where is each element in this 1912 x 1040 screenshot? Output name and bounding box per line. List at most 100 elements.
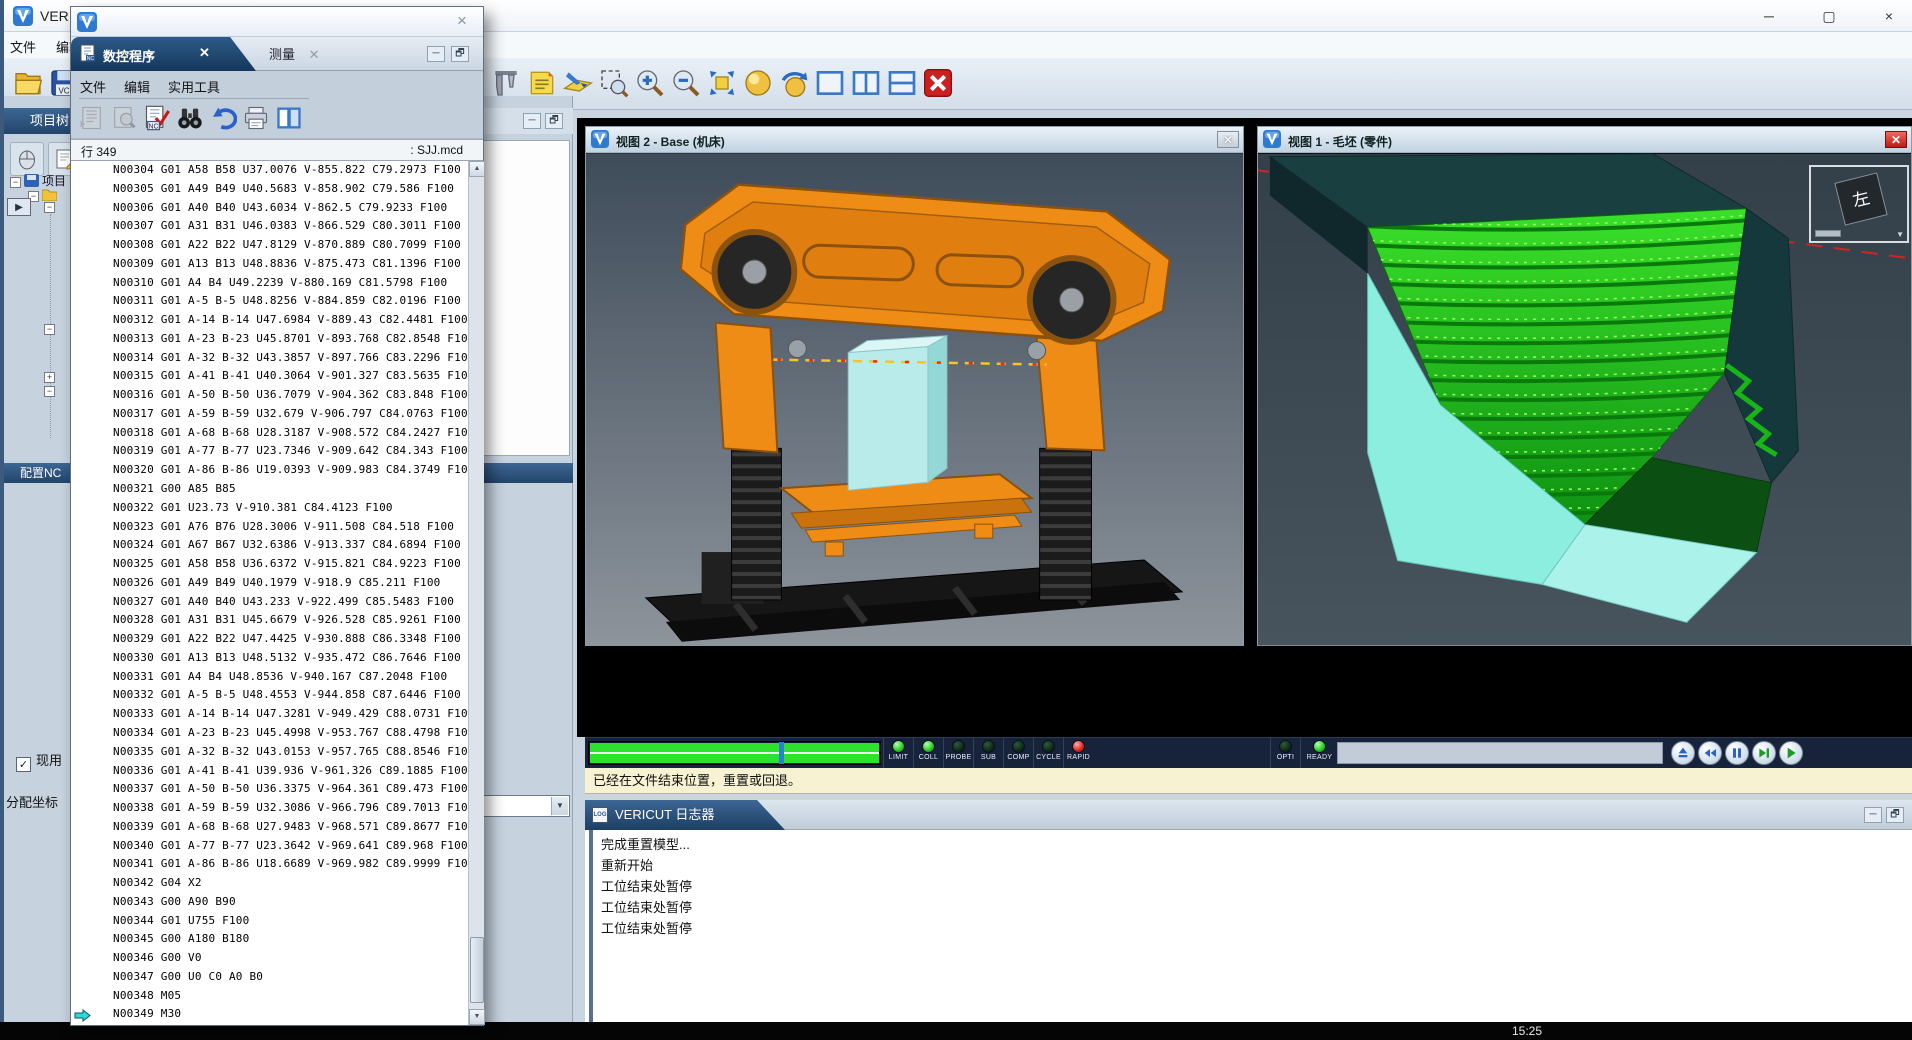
panel-minimize-icon[interactable]: ─ bbox=[523, 113, 541, 129]
scroll-down-icon[interactable]: ▼ bbox=[469, 1009, 485, 1025]
split-pane-icon[interactable] bbox=[886, 67, 918, 99]
scroll-up-icon[interactable]: ▲ bbox=[469, 161, 485, 177]
nc-line[interactable]: N00334 G01 A-23 B-23 U45.4998 V-953.767 … bbox=[71, 724, 468, 743]
open-folder-icon[interactable] bbox=[12, 67, 44, 99]
led-comp[interactable]: COMP bbox=[1003, 738, 1033, 769]
orientation-slider[interactable] bbox=[1815, 230, 1841, 237]
led-probe[interactable]: PROBE bbox=[943, 738, 973, 769]
nc-line[interactable]: N00305 G01 A49 B49 U40.5683 V-858.902 C7… bbox=[71, 180, 468, 199]
nc-check-icon[interactable]: NC bbox=[143, 104, 171, 132]
eject-button[interactable] bbox=[1671, 741, 1695, 765]
nc-line[interactable]: N00314 G01 A-32 B-32 U43.3857 V-897.766 … bbox=[71, 349, 468, 368]
nc-line[interactable]: N00326 G01 A49 B49 U40.1979 V-918.9 C85.… bbox=[71, 574, 468, 593]
app-menu-文件[interactable]: 文件 bbox=[0, 32, 46, 61]
panel-float-icon[interactable]: 🗗 bbox=[545, 113, 563, 129]
nc-line[interactable]: N00331 G01 A4 B4 U48.8536 V-940.167 C87.… bbox=[71, 668, 468, 687]
nc-line[interactable]: N00338 G01 A-59 B-59 U32.3086 V-966.796 … bbox=[71, 799, 468, 818]
nc-line[interactable]: N00336 G01 A-41 B-41 U39.936 V-961.326 C… bbox=[71, 762, 468, 781]
orientation-cube[interactable]: 左 bbox=[1834, 172, 1887, 225]
view1-close-icon[interactable]: ✕ bbox=[1885, 131, 1907, 148]
nc-line[interactable]: N00313 G01 A-23 B-23 U45.8701 V-893.768 … bbox=[71, 330, 468, 349]
tree-play-marker[interactable]: ▶ bbox=[7, 198, 31, 216]
nc-line[interactable]: N00323 G01 A76 B76 U28.3006 V-911.508 C8… bbox=[71, 518, 468, 537]
mouse-mode-button[interactable] bbox=[10, 142, 44, 176]
nc-line[interactable]: N00321 G00 A85 B85 bbox=[71, 480, 468, 499]
led-ready[interactable]: READY bbox=[1300, 738, 1338, 769]
nc-line[interactable]: N00342 G04 X2 bbox=[71, 874, 468, 893]
nc-line[interactable]: N00343 G00 A90 B90 bbox=[71, 893, 468, 912]
nc-line-list[interactable]: N00304 G01 A58 B58 U37.0076 V-855.822 C7… bbox=[71, 161, 468, 1025]
nc-minimize-icon[interactable]: ─ bbox=[427, 46, 445, 62]
tree-node-project[interactable]: −项目 bbox=[10, 172, 66, 189]
nc-line[interactable]: N00333 G01 A-14 B-14 U47.3281 V-949.429 … bbox=[71, 705, 468, 724]
close-red-icon[interactable] bbox=[922, 67, 954, 99]
coords-dropdown[interactable]: ▼ bbox=[482, 795, 570, 817]
tab-close-icon[interactable]: ✕ bbox=[309, 47, 320, 62]
tab-nc-program[interactable]: NC 数控程序 ✕ bbox=[71, 37, 256, 71]
progress-marker[interactable] bbox=[779, 742, 784, 764]
nc-line[interactable]: N00306 G01 A40 B40 U43.6034 V-862.5 C79.… bbox=[71, 199, 468, 218]
tab-measure[interactable]: 测量 ✕ bbox=[269, 44, 320, 63]
nc-line[interactable]: N00312 G01 A-14 B-14 U47.6984 V-889.43 C… bbox=[71, 311, 468, 330]
nc-line[interactable]: N00349 M30 bbox=[71, 1005, 468, 1024]
report-icon[interactable] bbox=[526, 67, 558, 99]
nc-scrollbar[interactable]: ▲ ▼ bbox=[468, 161, 484, 1025]
view2-titlebar[interactable]: 视图 2 - Base (机床) ✕ bbox=[586, 127, 1243, 153]
simulation-progress-bar[interactable] bbox=[588, 741, 881, 765]
nc-float-icon[interactable]: 🗗 bbox=[451, 46, 469, 62]
line-number-field[interactable]: 行 349 bbox=[81, 143, 116, 160]
sphere-view-icon[interactable] bbox=[742, 67, 774, 99]
two-pane-icon[interactable] bbox=[850, 67, 882, 99]
led-rapid[interactable]: RAPID bbox=[1063, 738, 1093, 769]
nc-config-list[interactable] bbox=[480, 140, 570, 456]
chevron-down-icon[interactable]: ▼ bbox=[551, 797, 568, 815]
close-button[interactable]: × bbox=[1865, 3, 1912, 29]
fit-view-icon[interactable] bbox=[706, 67, 738, 99]
nc-line[interactable]: N00344 G01 U755 F100 bbox=[71, 912, 468, 931]
chevron-down-icon[interactable]: ▼ bbox=[1896, 230, 1904, 239]
nc-line[interactable]: N00318 G01 A-68 B-68 U28.3187 V-908.572 … bbox=[71, 424, 468, 443]
maximize-button[interactable]: ▢ bbox=[1805, 3, 1853, 29]
nc-line[interactable]: N00320 G01 A-86 B-86 U19.0393 V-909.983 … bbox=[71, 461, 468, 480]
nc-window-close-icon[interactable]: × bbox=[451, 11, 473, 31]
nc-line[interactable]: N00325 G01 A58 B58 U36.6372 V-915.821 C8… bbox=[71, 555, 468, 574]
step-forward-button[interactable] bbox=[1752, 741, 1776, 765]
section-cut-icon[interactable] bbox=[562, 67, 594, 99]
zoom-in-icon[interactable] bbox=[634, 67, 666, 99]
zoom-window-icon[interactable] bbox=[598, 67, 630, 99]
rotate-view-icon[interactable] bbox=[778, 67, 810, 99]
nc-line[interactable]: N00335 G01 A-32 B-32 U43.0153 V-957.765 … bbox=[71, 743, 468, 762]
logger-tab[interactable]: LOG VERICUT 日志器 bbox=[585, 800, 785, 830]
caliper-measure-icon[interactable] bbox=[490, 67, 522, 99]
nc-line[interactable]: N00304 G01 A58 B58 U37.0076 V-855.822 C7… bbox=[71, 161, 468, 180]
nc-line[interactable]: N00339 G01 A-68 B-68 U27.9483 V-968.571 … bbox=[71, 818, 468, 837]
nc-line[interactable]: N00308 G01 A22 B22 U47.8129 V-870.889 C8… bbox=[71, 236, 468, 255]
nc-line[interactable]: N00322 G01 U23.73 V-910.381 C84.4123 F10… bbox=[71, 499, 468, 518]
zoom-out-icon[interactable] bbox=[670, 67, 702, 99]
tree-collapse-icon[interactable]: − bbox=[44, 202, 55, 213]
split-columns-icon[interactable] bbox=[275, 104, 303, 132]
play-button[interactable] bbox=[1779, 741, 1803, 765]
led-limit[interactable]: LIMIT bbox=[883, 738, 913, 769]
logger-body[interactable]: 完成重置模型...重新开始工位结束处暂停工位结束处暂停工位结束处暂停 bbox=[589, 830, 1912, 1022]
nc-line[interactable]: N00329 G01 A22 B22 U47.4425 V-930.888 C8… bbox=[71, 630, 468, 649]
scrollbar-thumb[interactable] bbox=[470, 937, 484, 1003]
nc-line[interactable]: N00327 G01 A40 B40 U43.233 V-922.499 C85… bbox=[71, 593, 468, 612]
active-checkbox[interactable]: ✓ bbox=[16, 757, 31, 772]
nc-line[interactable]: N00341 G01 A-86 B-86 U18.6689 V-969.982 … bbox=[71, 855, 468, 874]
tree-collapse-icon[interactable]: − bbox=[10, 177, 21, 188]
nc-line[interactable]: N00328 G01 A31 B31 U45.6679 V-926.528 C8… bbox=[71, 611, 468, 630]
tree-node-setup[interactable]: − bbox=[28, 188, 60, 202]
stock-viewport[interactable]: 左 ▼ bbox=[1258, 153, 1911, 646]
panel-minimize-icon[interactable]: ─ bbox=[1864, 807, 1882, 823]
tree-collapse-icon[interactable]: − bbox=[44, 386, 55, 397]
nc-line[interactable]: N00324 G01 A67 B67 U32.6386 V-913.337 C8… bbox=[71, 536, 468, 555]
nc-line[interactable]: N00346 G00 V0 bbox=[71, 949, 468, 968]
pause-button[interactable] bbox=[1725, 741, 1749, 765]
tab-close-icon[interactable]: ✕ bbox=[199, 45, 210, 61]
nc-line[interactable]: N00319 G01 A-77 B-77 U23.7346 V-909.642 … bbox=[71, 442, 468, 461]
rewind-button[interactable] bbox=[1698, 741, 1722, 765]
nc-line[interactable]: N00337 G01 A-50 B-50 U36.3375 V-964.361 … bbox=[71, 780, 468, 799]
nc-line[interactable]: N00330 G01 A13 B13 U48.5132 V-935.472 C8… bbox=[71, 649, 468, 668]
nc-line[interactable]: N00315 G01 A-41 B-41 U40.3064 V-901.327 … bbox=[71, 367, 468, 386]
